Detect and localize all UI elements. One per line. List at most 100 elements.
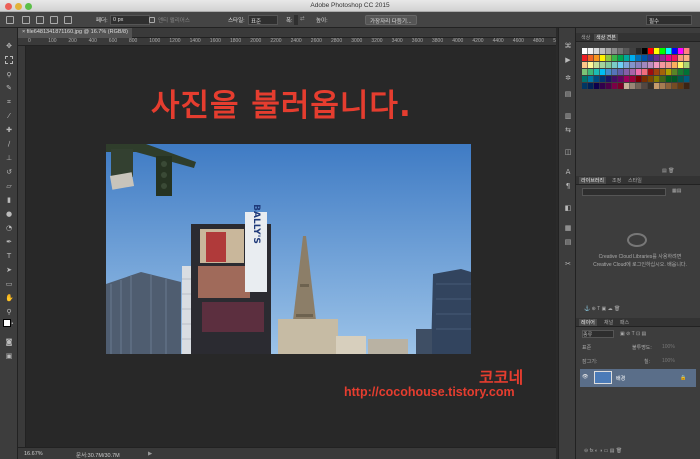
eyedropper-tool-icon[interactable]: ⁄	[5, 112, 13, 120]
ruler-tick-label: 0	[28, 38, 31, 44]
tab-color[interactable]: 색상	[579, 34, 592, 41]
history-brush-tool-icon[interactable]: ↺	[5, 168, 13, 176]
type-tool-icon[interactable]: T	[5, 252, 13, 260]
color-swatch	[588, 48, 594, 54]
opacity-value[interactable]: 100%	[662, 344, 675, 350]
workspace-select[interactable]: 필수	[646, 15, 692, 25]
screen-mode-icon[interactable]: ▣	[5, 352, 13, 360]
visibility-eye-icon[interactable]: 👁	[582, 374, 588, 380]
status-menu-icon[interactable]: ▶	[148, 451, 152, 457]
color-swatch	[594, 62, 600, 68]
color-swatch	[618, 76, 624, 82]
path-select-tool-icon[interactable]: ➤	[5, 266, 13, 274]
notes-panel-icon[interactable]: ▤	[564, 238, 572, 246]
swap-icon[interactable]: ⇄	[300, 16, 305, 22]
clone-source-icon[interactable]: ⇆	[564, 126, 572, 134]
color-swatch	[684, 83, 690, 89]
add-selection-icon[interactable]	[36, 16, 44, 24]
subtract-selection-icon[interactable]	[50, 16, 58, 24]
quick-mask-icon[interactable]: ◙	[5, 338, 13, 346]
move-tool-icon[interactable]: ✥	[5, 42, 13, 50]
tab-styles[interactable]: 스타일	[626, 177, 644, 184]
brush-tool-icon[interactable]: ∕	[5, 140, 13, 148]
layer-row-background[interactable]: 👁 배경 🔒	[580, 369, 696, 387]
tool-presets-icon[interactable]: ✂	[564, 260, 572, 268]
crop-tool-icon[interactable]: ⌗	[5, 98, 13, 106]
marquee-preset-icon[interactable]	[6, 16, 14, 24]
refine-edge-button[interactable]: 가장자리 다듬기...	[365, 15, 417, 25]
color-swatch	[624, 76, 630, 82]
glyphs-panel-icon[interactable]: ◧	[564, 204, 572, 212]
foreground-color-swatch[interactable]	[3, 319, 11, 327]
brush-presets-icon[interactable]: ▤	[564, 90, 572, 98]
rectangle-tool-icon[interactable]: ▭	[5, 280, 13, 288]
antialias-checkbox[interactable]	[149, 17, 155, 23]
right-panels: 색상 색상 견본 ▤ 🗑 라이브러리 조정 스타일 ▦▤ Creative Cl…	[576, 28, 700, 459]
tab-paths[interactable]: 패스	[618, 319, 631, 326]
ruler-tick-label: 1400	[189, 38, 201, 44]
new-selection-icon[interactable]	[22, 16, 30, 24]
tools-panel: ✥ ϙ ✎ ⌗ ⁄ ✚ ∕ ⊥ ↺ ▱ ▮ ● ◔ ✒ T ➤ ▭ ✋ ⚲ ••…	[0, 28, 18, 459]
color-swatch	[672, 62, 678, 68]
color-swatch	[678, 48, 684, 54]
feather-input[interactable]: 0 px	[110, 15, 150, 25]
eraser-tool-icon[interactable]: ▱	[5, 182, 13, 190]
marquee-tool-icon[interactable]	[5, 56, 13, 64]
quick-select-tool-icon[interactable]: ✎	[5, 84, 13, 92]
adjust-panel-icon[interactable]: ✲	[564, 74, 572, 82]
color-swatch	[618, 62, 624, 68]
feather-label: 페더:	[96, 18, 108, 24]
library-footer-icons[interactable]: ⚓ ⊕ T ▣ ☁ 🗑	[584, 306, 620, 312]
blend-mode-select[interactable]: 표준	[582, 344, 622, 352]
color-swatch	[582, 48, 588, 54]
tab-layers[interactable]: 레이어	[579, 319, 597, 326]
layers-footer-icons[interactable]: ⊖ fx ◐ ◑ ▭ ▤ 🗑	[584, 448, 622, 454]
healing-brush-tool-icon[interactable]: ✚	[5, 126, 13, 134]
color-swatch	[684, 48, 690, 54]
info-panel-icon[interactable]: ▦	[564, 224, 572, 232]
hand-tool-icon[interactable]: ✋	[5, 294, 14, 302]
tab-channels[interactable]: 채널	[602, 319, 615, 326]
color-swatch	[588, 76, 594, 82]
layer-filter-select[interactable]: 종류	[582, 330, 614, 338]
intersect-selection-icon[interactable]	[64, 16, 72, 24]
library-select[interactable]	[582, 188, 666, 196]
color-swatch	[654, 83, 660, 89]
blur-tool-icon[interactable]: ●	[5, 210, 13, 218]
dodge-tool-icon[interactable]: ◔	[5, 224, 13, 232]
clone-stamp-tool-icon[interactable]: ⊥	[5, 154, 13, 162]
style-select[interactable]: 표준	[248, 15, 278, 25]
ruler-tick-label: 100	[48, 38, 57, 44]
document-size: 문서:30.7M/30.7M	[76, 453, 120, 459]
tab-adjustments[interactable]: 조정	[610, 177, 623, 184]
view-toggle-icon[interactable]: ▦▤	[672, 188, 681, 194]
character-panel-icon[interactable]: A	[564, 168, 572, 176]
color-swatch	[606, 48, 612, 54]
actions-panel-icon[interactable]: ▶	[564, 56, 572, 64]
new-swatch-icon[interactable]: ▤ 🗑	[662, 168, 674, 174]
zoom-level[interactable]: 16.67%	[24, 451, 43, 457]
layer-thumbnail	[594, 371, 612, 384]
gradient-tool-icon[interactable]: ▮	[5, 196, 13, 204]
properties-panel-icon[interactable]: ◫	[564, 148, 572, 156]
vertical-ruler	[18, 46, 26, 447]
color-swatch	[642, 76, 648, 82]
brush-panel-icon[interactable]: ▥	[564, 112, 572, 120]
layer-filter-icons[interactable]: ▣ ⊘ T ⊡ ▤	[620, 331, 646, 337]
history-panel-icon[interactable]: ⌘	[564, 42, 572, 50]
pen-tool-icon[interactable]: ✒	[5, 238, 13, 246]
tab-libraries[interactable]: 라이브러리	[579, 177, 607, 184]
paragraph-panel-icon[interactable]: ¶	[564, 182, 572, 190]
color-swatch	[642, 55, 648, 61]
zoom-tool-icon[interactable]: ⚲	[5, 308, 13, 316]
fill-value[interactable]: 100%	[662, 358, 675, 364]
lasso-tool-icon[interactable]: ϙ	[5, 70, 13, 78]
tab-swatches[interactable]: 색상 견본	[594, 34, 618, 41]
options-bar: 페더: 0 px 앤티 앨리어스 스타일: 표준 폭: ⇄ 높이: 가장자리 다…	[0, 12, 700, 28]
swatches-grid[interactable]	[582, 44, 690, 112]
document-tab[interactable]: × file6481341871160.jpg @ 16.7% (RGB/8)	[18, 28, 132, 38]
color-swatch	[618, 83, 624, 89]
width-input[interactable]	[294, 15, 298, 25]
document-canvas[interactable]: 사진을 불러옵니다. BALLY'S 코코네 http://cocohouse.…	[26, 46, 556, 447]
color-swatch	[588, 55, 594, 61]
